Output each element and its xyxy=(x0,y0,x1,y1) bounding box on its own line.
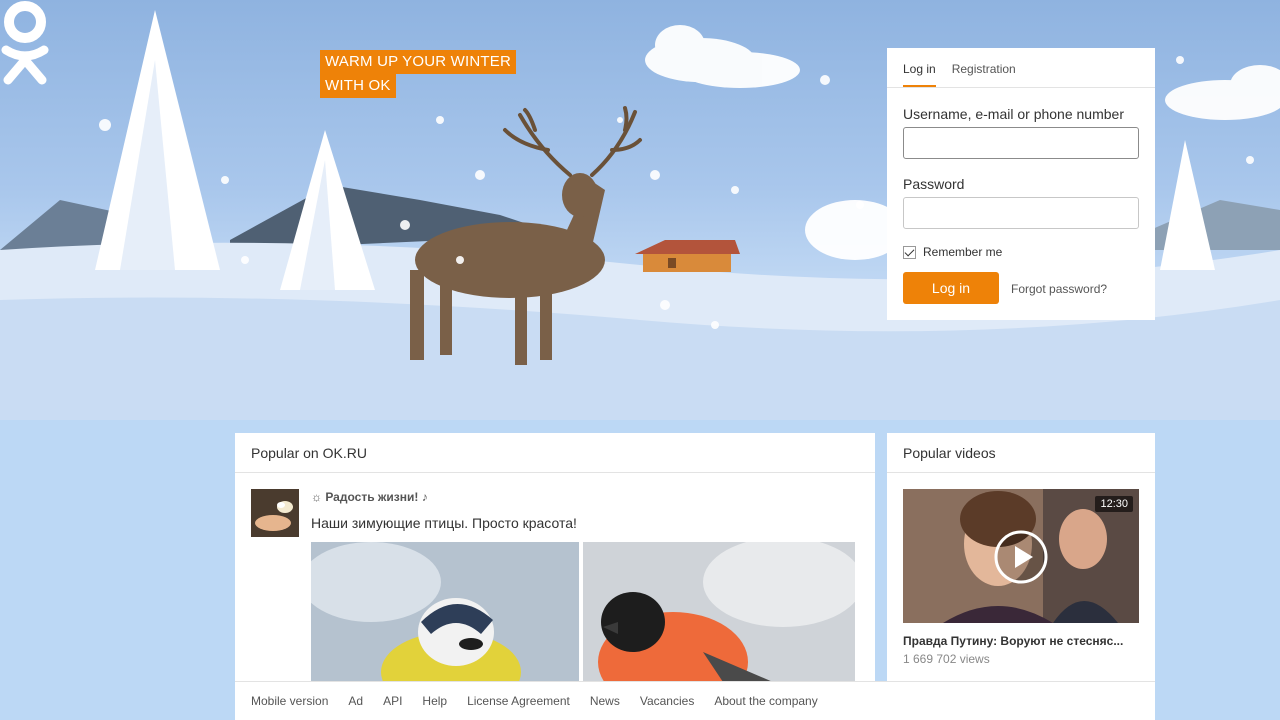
popular-title: Popular on OK.RU xyxy=(235,433,875,473)
footer-link-about[interactable]: About the company xyxy=(714,694,817,708)
video-thumbnail[interactable]: 12:30 xyxy=(903,489,1139,623)
video-views: 1 669 702 views xyxy=(903,652,990,666)
post-image-bullfinch[interactable] xyxy=(583,542,855,681)
footer-link-news[interactable]: News xyxy=(590,694,620,708)
video-duration: 12:30 xyxy=(1095,496,1133,512)
password-label: Password xyxy=(903,176,965,192)
remember-me[interactable]: Remember me xyxy=(903,245,1002,259)
footer: Mobile version Ad API Help License Agree… xyxy=(235,681,1155,720)
footer-link-mobile[interactable]: Mobile version xyxy=(251,694,328,708)
bird-tit-image xyxy=(311,542,579,681)
play-icon[interactable] xyxy=(993,529,1049,585)
login-button[interactable]: Log in xyxy=(903,272,999,304)
post-author[interactable]: ☼ Радость жизни! ♪ xyxy=(311,490,428,504)
remember-checkbox[interactable] xyxy=(903,245,916,259)
username-input[interactable] xyxy=(903,127,1139,159)
slogan-line-1: WARM UP YOUR WINTER xyxy=(320,50,517,74)
remember-label: Remember me xyxy=(923,245,1003,259)
bird-bullfinch-image xyxy=(583,542,855,681)
post-text: Наши зимующие птицы. Просто красота! xyxy=(311,515,577,531)
login-tabs: Log in Registration xyxy=(887,48,1155,88)
tab-login[interactable]: Log in xyxy=(903,62,936,87)
footer-link-api[interactable]: API xyxy=(383,694,402,708)
forgot-password-link[interactable]: Forgot password? xyxy=(1011,282,1107,296)
winter-slogan: WARM UP YOUR WINTER WITH OK xyxy=(320,50,517,98)
video-title[interactable]: Правда Путину: Воруют не стесняс... xyxy=(903,634,1139,648)
slogan-line-2: WITH OK xyxy=(320,74,396,98)
footer-link-license[interactable]: License Agreement xyxy=(467,694,570,708)
username-label: Username, e-mail or phone number xyxy=(903,106,1124,122)
popular-panel: Popular on OK.RU ☼ Радость жизни! ♪ Наши… xyxy=(235,433,875,681)
tab-registration[interactable]: Registration xyxy=(952,62,1016,87)
post-image-tit[interactable] xyxy=(311,542,579,681)
footer-link-vacancies[interactable]: Vacancies xyxy=(640,694,694,708)
footer-link-ad[interactable]: Ad xyxy=(348,694,363,708)
ok-logo-icon[interactable] xyxy=(0,0,50,86)
footer-link-help[interactable]: Help xyxy=(422,694,447,708)
password-input[interactable] xyxy=(903,197,1139,229)
avatar-image xyxy=(251,489,299,537)
videos-title: Popular videos xyxy=(887,433,1155,473)
login-form: Log in Registration Username, e-mail or … xyxy=(887,48,1155,320)
videos-panel: Popular videos 12:30 Правда Путину: Вору… xyxy=(887,433,1155,681)
avatar[interactable] xyxy=(251,489,299,537)
